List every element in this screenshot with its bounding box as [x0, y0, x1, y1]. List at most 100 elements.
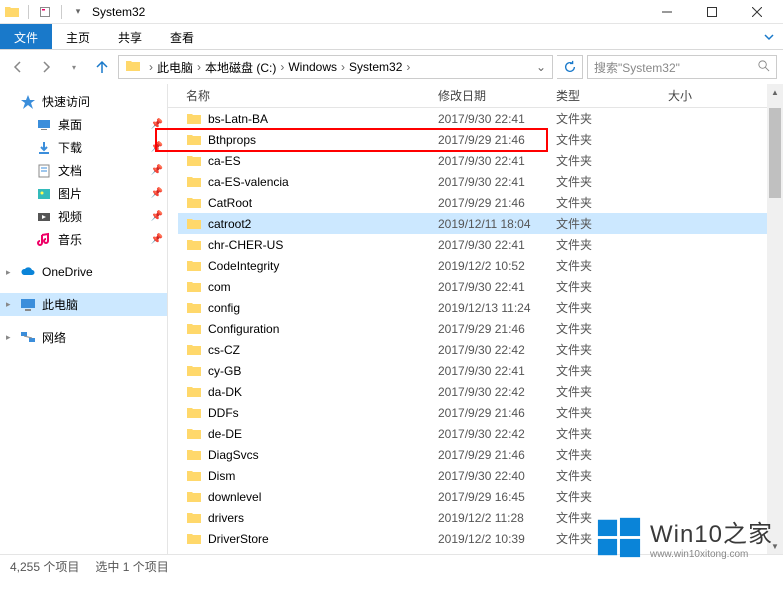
breadcrumb-sep[interactable]: ›	[339, 60, 347, 74]
file-row[interactable]: de-DE2017/9/30 22:42文件夹	[178, 423, 783, 444]
chevron-right-icon[interactable]: ▸	[6, 299, 11, 310]
chevron-right-icon[interactable]: ▸	[6, 267, 11, 278]
file-row[interactable]: cy-GB 2017/9/30 22:41文件夹	[178, 360, 783, 381]
file-name: Bthprops	[208, 133, 256, 147]
column-type[interactable]: 类型	[548, 83, 660, 108]
sidebar-item-picture[interactable]: 图片📌	[0, 182, 167, 205]
file-type: 文件夹	[548, 278, 660, 295]
refresh-button[interactable]	[557, 55, 583, 79]
folder-icon	[186, 364, 202, 378]
forward-button[interactable]	[34, 55, 58, 79]
back-button[interactable]	[6, 55, 30, 79]
recent-dropdown[interactable]: ▾	[62, 55, 86, 79]
ribbon-expand-button[interactable]	[755, 24, 783, 49]
chevron-right-icon[interactable]: ▸	[6, 332, 11, 343]
address-dropdown[interactable]: ⌄	[532, 60, 550, 74]
file-row[interactable]: catroot22019/12/11 18:04文件夹	[178, 213, 783, 234]
pin-icon: 📌	[151, 211, 163, 222]
sidebar-onedrive[interactable]: ▸ OneDrive	[0, 261, 167, 283]
file-type: 文件夹	[548, 299, 660, 316]
file-row[interactable]: bs-Latn-BA2017/9/30 22:41文件夹	[178, 108, 783, 129]
file-name: ca-ES	[208, 154, 241, 168]
qat-dropdown-icon[interactable]: ▾	[70, 4, 86, 20]
file-row[interactable]: Dism2017/9/30 22:40文件夹	[178, 465, 783, 486]
file-row[interactable]: Configuration2017/9/29 21:46文件夹	[178, 318, 783, 339]
file-row[interactable]: DDFs2017/9/29 21:46文件夹	[178, 402, 783, 423]
sidebar-item-download[interactable]: 下载📌	[0, 136, 167, 159]
breadcrumb-sep[interactable]: ›	[404, 60, 412, 74]
tab-view[interactable]: 查看	[156, 24, 208, 49]
window-title: System32	[92, 5, 145, 19]
file-row[interactable]: ca-ES-valencia2017/9/30 22:41文件夹	[178, 171, 783, 192]
breadcrumb-sep[interactable]: ›	[278, 60, 286, 74]
column-date[interactable]: 修改日期	[430, 83, 548, 108]
sidebar-item-document[interactable]: 文档📌	[0, 159, 167, 182]
properties-icon[interactable]	[37, 4, 53, 20]
file-row[interactable]: downlevel2017/9/29 16:45文件夹	[178, 486, 783, 507]
breadcrumb-drive[interactable]: 本地磁盘 (C:)	[203, 59, 278, 76]
file-date: 2017/9/29 21:46	[430, 406, 548, 420]
file-name: com	[208, 280, 231, 294]
vertical-scrollbar[interactable]: ▲ ▼	[767, 84, 783, 554]
sidebar-item-video[interactable]: 视频 📌	[0, 205, 167, 228]
tab-home[interactable]: 主页	[52, 24, 104, 49]
file-row[interactable]: config2019/12/13 11:24文件夹	[178, 297, 783, 318]
file-type: 文件夹	[548, 341, 660, 358]
file-type: 文件夹	[548, 446, 660, 463]
folder-icon	[186, 259, 202, 273]
up-button[interactable]	[90, 55, 114, 79]
file-name: CodeIntegrity	[208, 259, 279, 273]
file-row[interactable]: CatRoot2017/9/29 21:46文件夹	[178, 192, 783, 213]
sidebar-item-desktop[interactable]: 桌面📌	[0, 113, 167, 136]
file-row[interactable]: com2017/9/30 22:41文件夹	[178, 276, 783, 297]
file-row[interactable]: ca-ES2017/9/30 22:41文件夹	[178, 150, 783, 171]
folder-icon	[186, 532, 202, 546]
folder-icon	[186, 427, 202, 441]
breadcrumb-sep[interactable]: ›	[147, 60, 155, 74]
file-row[interactable]: cs-CZ2017/9/30 22:42文件夹	[178, 339, 783, 360]
file-list[interactable]: bs-Latn-BA2017/9/30 22:41文件夹Bthprops2017…	[168, 108, 783, 554]
column-name[interactable]: 名称	[178, 83, 430, 108]
main-area: 快速访问 桌面📌下载📌文档📌图片📌 视频 📌 音乐📌 ▸ OneDrive ▸ 此电脑…	[0, 84, 783, 554]
folder-icon	[125, 58, 143, 76]
sidebar-item-label: 视频	[58, 208, 82, 225]
breadcrumb-sep[interactable]: ›	[195, 60, 203, 74]
minimize-button[interactable]	[644, 1, 689, 23]
file-date: 2017/9/30 22:41	[430, 364, 548, 378]
file-name: ca-ES-valencia	[208, 175, 289, 189]
address-bar[interactable]: › 此电脑 › 本地磁盘 (C:) › Windows › System32 ›…	[118, 55, 553, 79]
tab-file[interactable]: 文件	[0, 24, 52, 49]
file-row[interactable]: chr-CHER-US2017/9/30 22:41文件夹	[178, 234, 783, 255]
close-button[interactable]	[734, 1, 779, 23]
ribbon: 文件 主页 共享 查看	[0, 24, 783, 50]
tab-share[interactable]: 共享	[104, 24, 156, 49]
maximize-button[interactable]	[689, 1, 734, 23]
sidebar-item-label: 快速访问	[42, 93, 90, 110]
sidebar-item-label: 下载	[58, 139, 82, 156]
file-type: 文件夹	[548, 362, 660, 379]
folder-icon	[186, 385, 202, 399]
folder-icon	[186, 133, 202, 147]
sidebar-this-pc[interactable]: ▸ 此电脑	[0, 293, 167, 316]
sidebar-network[interactable]: ▸ 网络	[0, 326, 167, 349]
file-row[interactable]: CodeIntegrity2019/12/2 10:52文件夹	[178, 255, 783, 276]
sidebar-quick-access[interactable]: 快速访问	[0, 90, 167, 113]
file-type: 文件夹	[548, 257, 660, 274]
folder-icon	[186, 511, 202, 525]
file-row[interactable]: DiagSvcs2017/9/29 21:46文件夹	[178, 444, 783, 465]
breadcrumb-windows[interactable]: Windows	[286, 60, 339, 74]
file-date: 2017/9/29 21:46	[430, 196, 548, 210]
scroll-up-button[interactable]: ▲	[767, 84, 783, 100]
file-row[interactable]: da-DK2017/9/30 22:42文件夹	[178, 381, 783, 402]
scroll-thumb[interactable]	[769, 108, 781, 198]
folder-icon	[186, 238, 202, 252]
file-date: 2017/9/30 22:42	[430, 385, 548, 399]
breadcrumb-system32[interactable]: System32	[347, 60, 404, 74]
file-row[interactable]: Bthprops2017/9/29 21:46文件夹	[178, 129, 783, 150]
breadcrumb-thispc[interactable]: 此电脑	[155, 59, 195, 76]
search-input[interactable]: 搜索"System32"	[587, 55, 777, 79]
sidebar-item-music[interactable]: 音乐📌	[0, 228, 167, 251]
file-name: cy-GB	[208, 364, 241, 378]
column-size[interactable]: 大小	[660, 83, 740, 108]
file-type: 文件夹	[548, 152, 660, 169]
